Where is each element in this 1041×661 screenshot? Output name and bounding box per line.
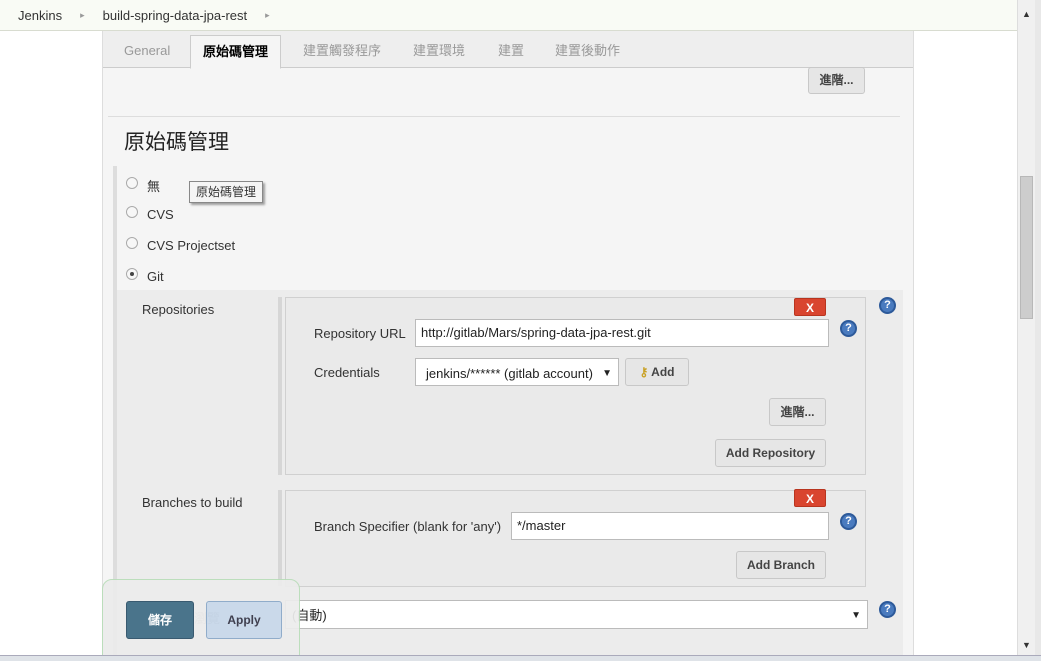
scm-option-cvs-projectset[interactable]: CVS Projectset xyxy=(126,236,236,253)
scm-option-git[interactable]: Git xyxy=(126,267,164,284)
chevron-down-icon: ▼ xyxy=(602,368,612,379)
breadcrumb-job[interactable]: build-spring-data-jpa-rest xyxy=(85,8,248,23)
credentials-value: jenkins/****** (gitlab account) xyxy=(426,366,593,381)
radio-git-label: Git xyxy=(147,269,164,284)
radio-cvs[interactable] xyxy=(126,205,138,218)
repositories-indent-bar xyxy=(278,297,282,475)
branch-specifier-label: Branch Specifier (blank for 'any') xyxy=(314,519,502,534)
repository-url-label: Repository URL xyxy=(314,326,406,341)
repository-box: X Repository URL http://gitlab/Mars/spri… xyxy=(285,297,866,475)
breadcrumb: Jenkins ▸ build-spring-data-jpa-rest ▸ xyxy=(0,0,1017,31)
branches-indent-bar xyxy=(278,490,282,586)
scm-option-none[interactable]: 無 xyxy=(126,176,160,195)
branch-box: X Branch Specifier (blank for 'any') */m… xyxy=(285,489,866,587)
add-branch-button[interactable]: Add Branch xyxy=(736,551,826,579)
credentials-label: Credentials xyxy=(314,365,380,380)
tab-build-triggers[interactable]: 建置觸發程序 xyxy=(291,35,393,68)
add-credentials-label: Add xyxy=(651,365,675,379)
general-advanced-button[interactable]: 進階... xyxy=(808,67,865,94)
credentials-select[interactable]: jenkins/****** (gitlab account) ▼ xyxy=(415,358,619,386)
radio-cvs-projectset[interactable] xyxy=(126,236,138,249)
chevron-right-icon[interactable]: ▸ xyxy=(265,10,270,21)
save-button[interactable]: 儲存 xyxy=(126,601,194,639)
help-icon[interactable]: ? xyxy=(879,601,896,618)
tab-build-environment[interactable]: 建置環境 xyxy=(401,35,477,68)
help-icon[interactable]: ? xyxy=(840,320,857,337)
tab-general[interactable]: General xyxy=(112,35,182,68)
save-bar: 儲存 Apply xyxy=(102,579,300,661)
branches-to-build-label: Branches to build xyxy=(142,495,243,510)
scroll-up-icon[interactable]: ▲ xyxy=(1018,6,1035,22)
section-divider xyxy=(108,116,900,117)
repository-browser-select[interactable]: (自動) ▼ xyxy=(285,600,868,629)
branch-specifier-input[interactable]: */master xyxy=(511,512,829,540)
radio-cvs-label: CVS xyxy=(147,207,174,222)
window-bottom-edge xyxy=(0,655,1041,661)
scrollbar-thumb[interactable] xyxy=(1020,176,1033,319)
radio-none[interactable] xyxy=(126,176,138,189)
radio-none-label: 無 xyxy=(147,179,161,194)
add-credentials-button[interactable]: ⚷ Add xyxy=(625,358,689,386)
help-icon[interactable]: ? xyxy=(840,513,857,530)
scm-option-cvs[interactable]: CVS xyxy=(126,205,174,222)
key-icon: ⚷ xyxy=(639,365,649,379)
apply-button[interactable]: Apply xyxy=(206,601,282,639)
help-icon[interactable]: ? xyxy=(879,297,896,314)
chevron-down-icon: ▼ xyxy=(851,610,861,621)
scroll-down-icon[interactable]: ▼ xyxy=(1018,637,1035,653)
repository-url-input[interactable]: http://gitlab/Mars/spring-data-jpa-rest.… xyxy=(415,319,829,347)
radio-git[interactable] xyxy=(126,267,138,280)
repositories-label: Repositories xyxy=(142,302,215,317)
tab-build[interactable]: 建置 xyxy=(486,35,536,68)
tab-post-build[interactable]: 建置後動作 xyxy=(543,35,632,68)
delete-repository-button[interactable]: X xyxy=(794,298,826,316)
repository-advanced-button[interactable]: 進階... xyxy=(769,398,826,426)
breadcrumb-jenkins[interactable]: Jenkins xyxy=(0,8,62,23)
section-title-scm: 原始碼管理 xyxy=(124,130,229,154)
delete-branch-button[interactable]: X xyxy=(794,489,826,507)
vertical-scrollbar[interactable]: ▲ ▼ xyxy=(1017,0,1035,661)
window-edge xyxy=(1035,0,1041,661)
config-tabs: General 原始碼管理 建置觸發程序 建置環境 建置 建置後動作 xyxy=(103,31,913,69)
tooltip: 原始碼管理 xyxy=(189,181,264,203)
radio-cvs-projectset-label: CVS Projectset xyxy=(147,238,236,253)
add-repository-button[interactable]: Add Repository xyxy=(715,439,826,467)
tab-scm[interactable]: 原始碼管理 xyxy=(190,35,282,69)
config-form: General 原始碼管理 建置觸發程序 建置環境 建置 建置後動作 進階...… xyxy=(102,31,914,661)
